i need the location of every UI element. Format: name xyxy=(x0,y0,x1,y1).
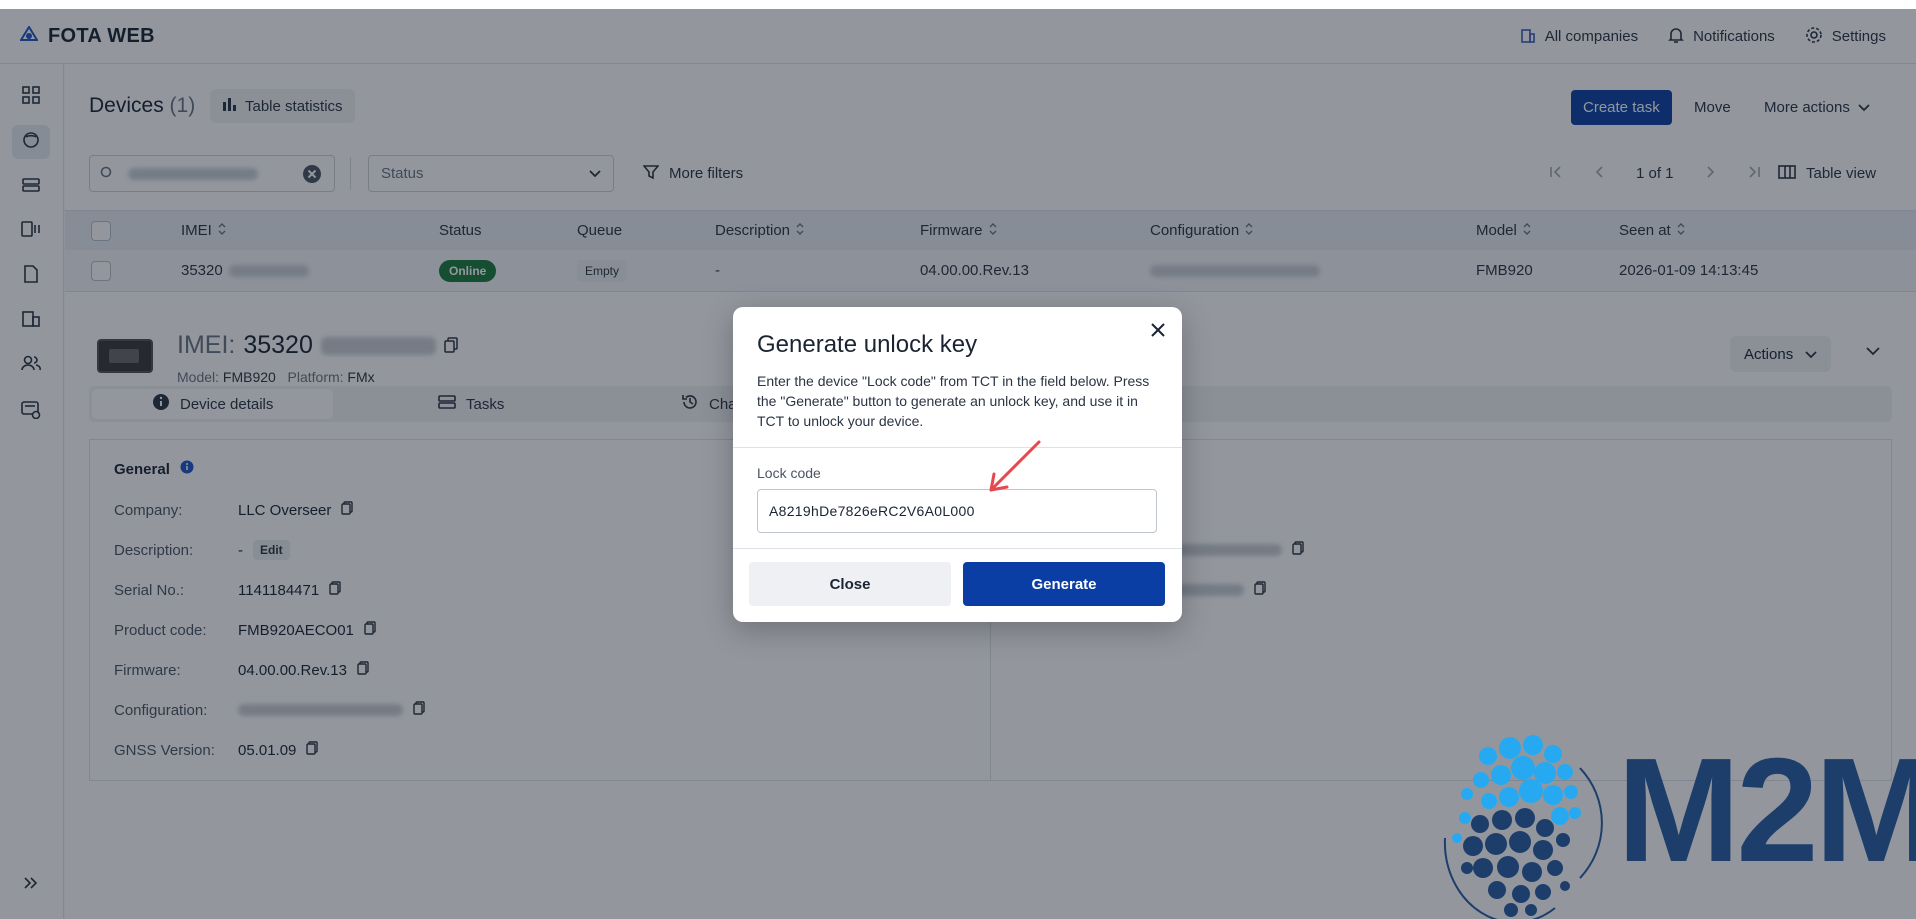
generate-button[interactable]: Generate xyxy=(963,562,1165,606)
dialog-title: Generate unlock key xyxy=(757,331,978,358)
close-icon xyxy=(1151,323,1165,341)
m2m-watermark: M2M xyxy=(1405,728,1916,919)
top-strip xyxy=(0,0,1916,9)
dialog-divider xyxy=(733,548,1182,549)
dialog-description: Enter the device "Lock code" from TCT in… xyxy=(757,373,1150,429)
dialog-close-button[interactable] xyxy=(1144,318,1172,346)
dialog-divider xyxy=(733,447,1182,448)
globe-dots-logo xyxy=(1443,735,1603,919)
lock-code-input[interactable] xyxy=(757,489,1157,533)
close-button[interactable]: Close xyxy=(749,562,951,606)
watermark-text: M2M xyxy=(1617,728,1916,893)
lock-code-label: Lock code xyxy=(757,465,821,481)
generate-unlock-key-dialog: Generate unlock key Enter the device "Lo… xyxy=(733,307,1182,622)
annotation-arrow-icon xyxy=(985,440,1041,500)
